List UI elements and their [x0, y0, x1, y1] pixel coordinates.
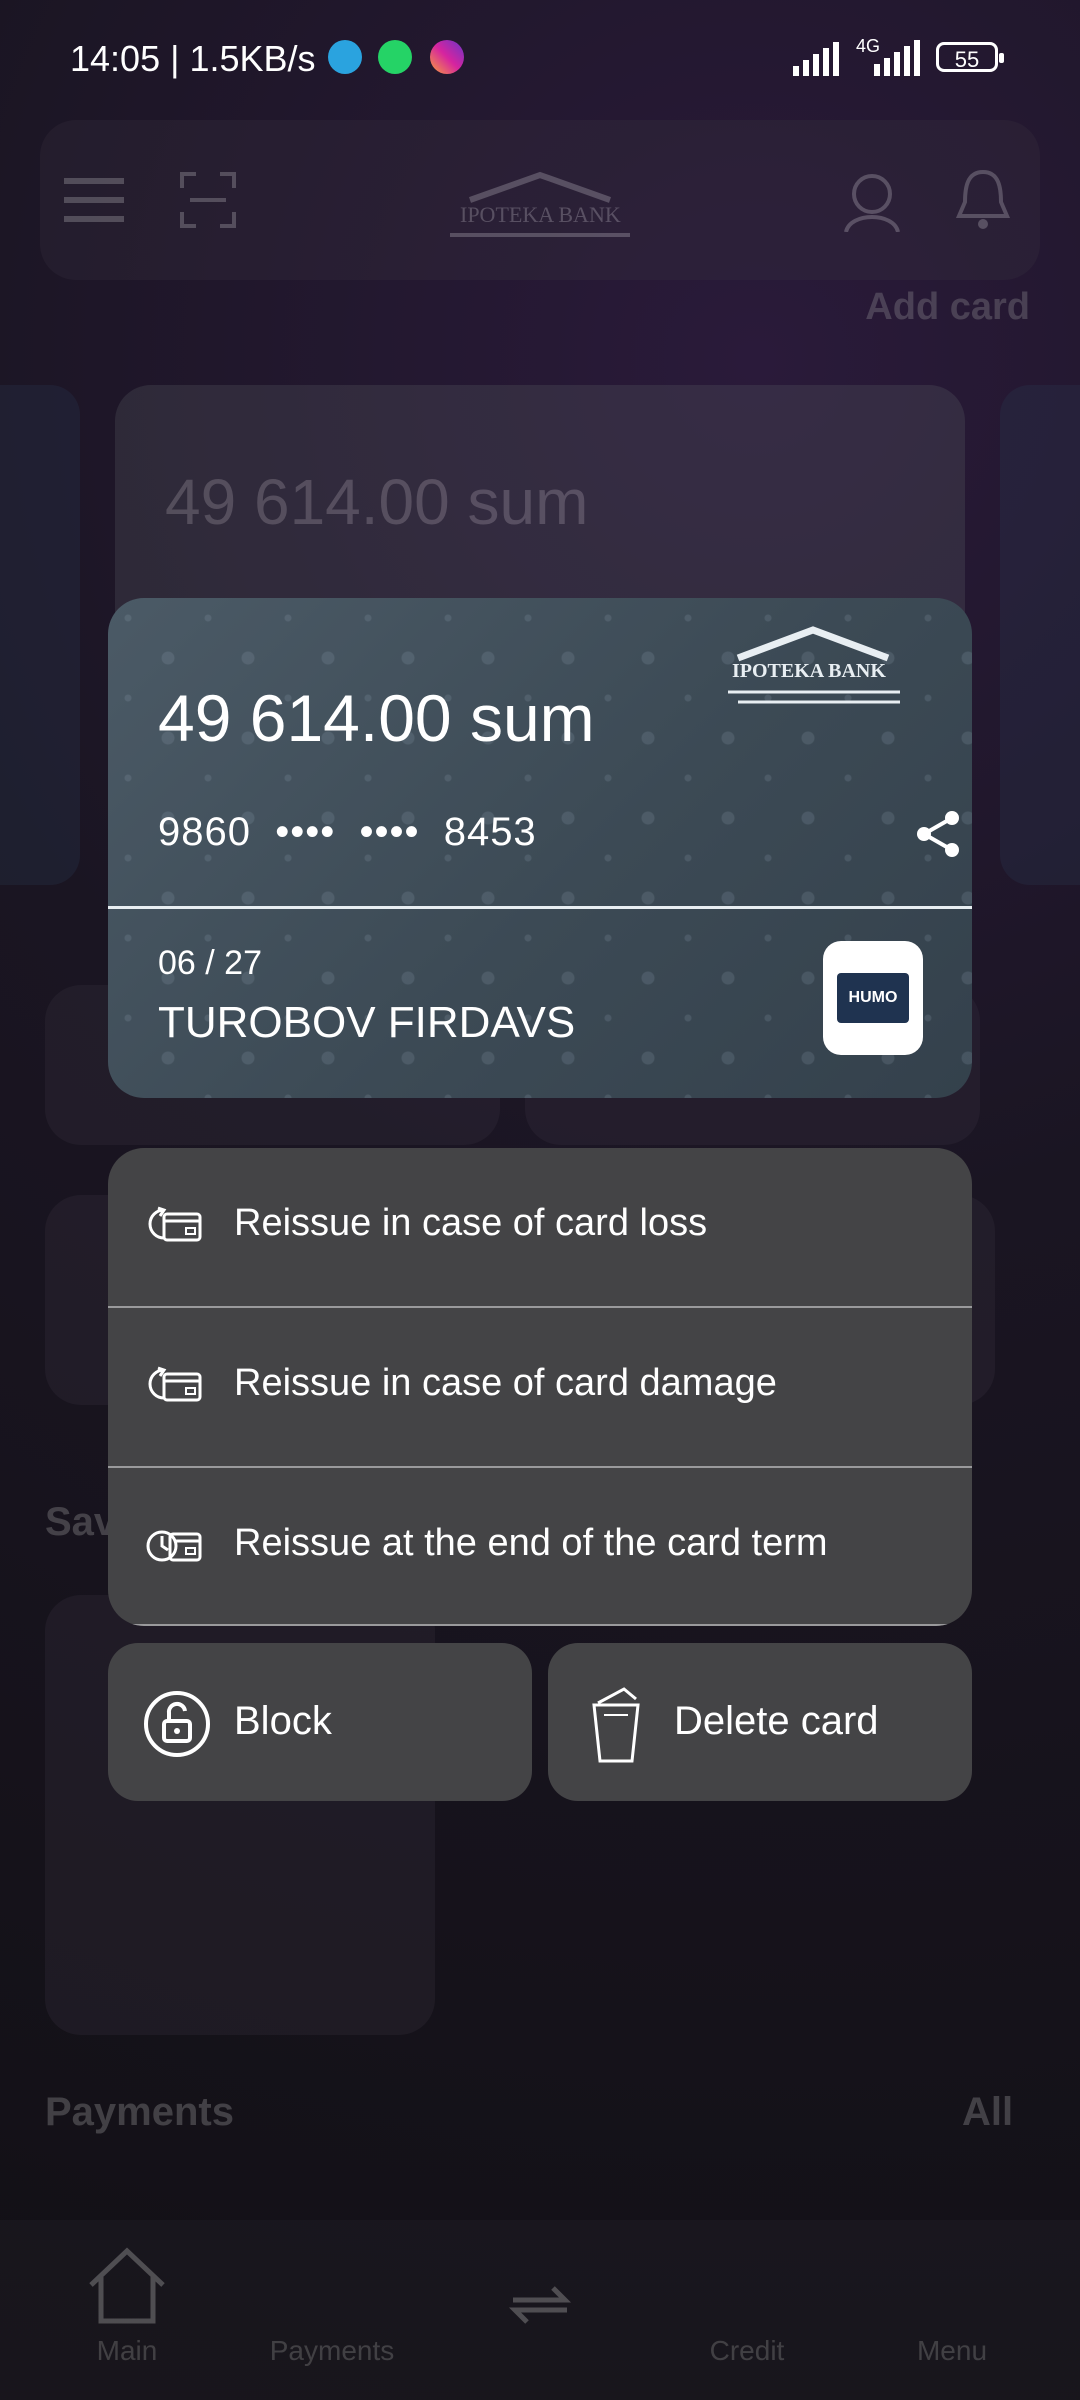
hamburger-menu-icon: [64, 178, 124, 222]
share-icon[interactable]: [914, 810, 962, 858]
signal-4g-icon: [874, 40, 920, 76]
status-time: 14:05 | 1.5KB/s: [70, 38, 316, 79]
nav-payments[interactable]: Payments: [252, 2335, 412, 2367]
add-card-link[interactable]: Add card: [865, 286, 1030, 329]
block-label: Block: [234, 1699, 332, 1743]
delete-card-button[interactable]: Delete card: [548, 1643, 972, 1801]
bank-logo-icon: [450, 171, 630, 237]
menu-item-reissue-term[interactable]: Reissue at the end of the card term: [108, 1468, 972, 1626]
savings-label: Sav: [45, 1500, 117, 1544]
card-bank-logo: IPOTEKA BANK: [718, 618, 908, 718]
card-divider: [108, 906, 972, 909]
menu-item-label: Reissue at the end of the card term: [234, 1522, 828, 1564]
nav-main[interactable]: Main: [47, 2335, 207, 2367]
whatsapp-icon: [378, 40, 412, 74]
battery-indicator: 55: [936, 42, 1004, 72]
card-refresh-icon: [148, 1366, 202, 1402]
bell-icon[interactable]: [955, 168, 1011, 232]
block-button[interactable]: Block: [108, 1643, 532, 1801]
transfer-icon[interactable]: [505, 2280, 575, 2330]
signal-icon: [793, 42, 839, 76]
lock-open-icon: [144, 1691, 210, 1757]
menu-item-label: Reissue in case of card loss: [234, 1202, 708, 1244]
background-card-amount: 49 614.00 sum: [165, 466, 589, 538]
card-refresh-icon: [148, 1206, 202, 1242]
status-bar: 14:05 | 1.5KB/s 4G 55: [0, 0, 1080, 120]
bank-name: IPOTEKA BANK: [460, 202, 621, 227]
card-number: 9860 •••• •••• 8453: [158, 810, 537, 854]
menu-item-reissue-loss[interactable]: Reissue in case of card loss: [108, 1148, 972, 1306]
home-icon[interactable]: [85, 2245, 169, 2325]
menu-item-label: Reissue in case of card damage: [234, 1362, 777, 1404]
scan-icon: [180, 172, 236, 228]
side-card-right: [1000, 385, 1080, 885]
support-icon[interactable]: [840, 168, 904, 232]
telegram-icon: [328, 40, 362, 74]
card-options-menu: Reissue in case of card loss Reissue in …: [108, 1148, 972, 1626]
top-bar: IPOTEKA BANK: [40, 120, 1040, 280]
card-bank-name: IPOTEKA BANK: [732, 660, 886, 682]
payments-label: Payments: [45, 2090, 234, 2134]
all-link[interactable]: All: [962, 2090, 1013, 2135]
side-card-left: [0, 385, 80, 885]
nav-credit[interactable]: Credit: [667, 2335, 827, 2367]
nav-menu[interactable]: Menu: [872, 2335, 1032, 2367]
delete-card-label: Delete card: [674, 1699, 879, 1743]
card-clock-icon: [146, 1530, 202, 1562]
trash-icon: [592, 1687, 640, 1763]
card-holder: TUROBOV FIRDAVS: [158, 998, 576, 1047]
card-balance: 49 614.00 sum: [158, 681, 595, 755]
card-expiry: 06 / 27: [158, 944, 262, 982]
instagram-icon: [430, 40, 464, 74]
humo-brand: HUMO: [837, 973, 909, 1023]
humo-logo: HUMO: [823, 941, 923, 1055]
menu-separator: [108, 1624, 972, 1626]
menu-item-reissue-damage[interactable]: Reissue in case of card damage: [108, 1308, 972, 1466]
bank-card: IPOTEKA BANK 49 614.00 sum 9860 •••• •••…: [108, 598, 972, 1098]
